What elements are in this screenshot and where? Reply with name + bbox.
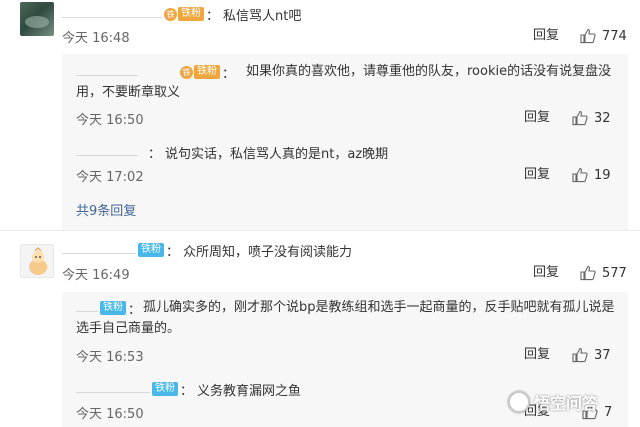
avatar[interactable] — [20, 2, 54, 36]
reply-time: 今天 16:53 — [76, 349, 144, 365]
comment-text: 私信骂人nt吧 — [223, 8, 302, 24]
reply-button[interactable]: 回复 — [533, 263, 559, 283]
like-button[interactable]: 32 — [572, 108, 611, 128]
colon: ： — [206, 8, 220, 24]
username[interactable] — [62, 10, 162, 18]
cartoon-avatar-icon — [29, 247, 47, 275]
like-count: 32 — [594, 110, 611, 126]
reply-button[interactable]: 回复 — [524, 108, 550, 128]
fan-badge: 铁粉 — [138, 243, 164, 257]
fan-badge: 铁粉 — [178, 7, 204, 21]
comment-text: 众所周知，喷子没有阅读能力 — [183, 244, 353, 260]
reply-header: ： 说句实话，私信骂人真的是nt，az晚期 — [76, 140, 388, 164]
like-button[interactable]: 19 — [572, 165, 611, 185]
comment-time: 今天 16:49 — [62, 267, 130, 283]
fan-level-icon: 铁 — [164, 7, 177, 21]
like-button[interactable]: 577 — [580, 263, 627, 283]
fan-badge: 铁粉 — [152, 382, 178, 396]
thumbs-up-icon — [580, 28, 596, 44]
wukong-logo-icon — [508, 391, 530, 413]
reply-text: 说句实话，私信骂人真的是nt，az晚期 — [165, 146, 389, 162]
colon: ： — [180, 383, 194, 399]
reply-header: 铁粉 ： 义务教育漏网之鱼 — [76, 377, 301, 401]
comment-header: 铁 铁粉 ： 私信骂人nt吧 — [62, 2, 301, 26]
like-count: 7 — [604, 404, 613, 420]
reply-time: 今天 16:50 — [76, 406, 144, 422]
divider — [0, 230, 640, 231]
thumbs-up-icon — [580, 265, 596, 281]
username[interactable] — [76, 385, 150, 393]
like-count: 577 — [602, 265, 627, 281]
avatar[interactable] — [20, 244, 54, 278]
reply-text: 义务教育漏网之鱼 — [197, 383, 302, 399]
watermark: 悟空问答 — [508, 390, 598, 414]
username[interactable] — [62, 246, 136, 254]
thumbs-up-icon — [572, 110, 588, 126]
comment-time: 今天 16:48 — [62, 30, 130, 46]
like-count: 19 — [594, 167, 611, 183]
like-button[interactable]: 774 — [580, 26, 627, 46]
colon: ： — [166, 244, 180, 260]
reply-time: 今天 17:02 — [76, 169, 144, 185]
username[interactable] — [76, 148, 138, 156]
watermark-text: 悟空问答 — [534, 394, 599, 413]
reply-button[interactable]: 回复 — [524, 165, 550, 185]
reply-button[interactable]: 回复 — [533, 26, 559, 46]
reply-button[interactable]: 回复 — [524, 345, 550, 365]
like-count: 37 — [594, 347, 611, 363]
comment-header: 铁粉 ： 众所周知，喷子没有阅读能力 — [62, 238, 352, 262]
expand-replies-link[interactable]: 共9条回复 — [76, 200, 136, 219]
reply-text: 如果你真的喜欢他，请尊重他的队友，rookie的话没有说复盘没用，不要断章取义 — [76, 64, 612, 100]
reply-text: 孤儿确实多的，刚才那个说bp是教练组和选手一起商量的，反手贴吧就有孤儿说是选手自… — [76, 300, 615, 336]
colon: ： — [148, 146, 162, 162]
thumbs-up-icon — [572, 167, 588, 183]
thumbs-up-icon — [572, 347, 588, 363]
reply-time: 今天 16:50 — [76, 112, 144, 128]
like-count: 774 — [602, 28, 627, 44]
like-button[interactable]: 37 — [572, 345, 611, 365]
